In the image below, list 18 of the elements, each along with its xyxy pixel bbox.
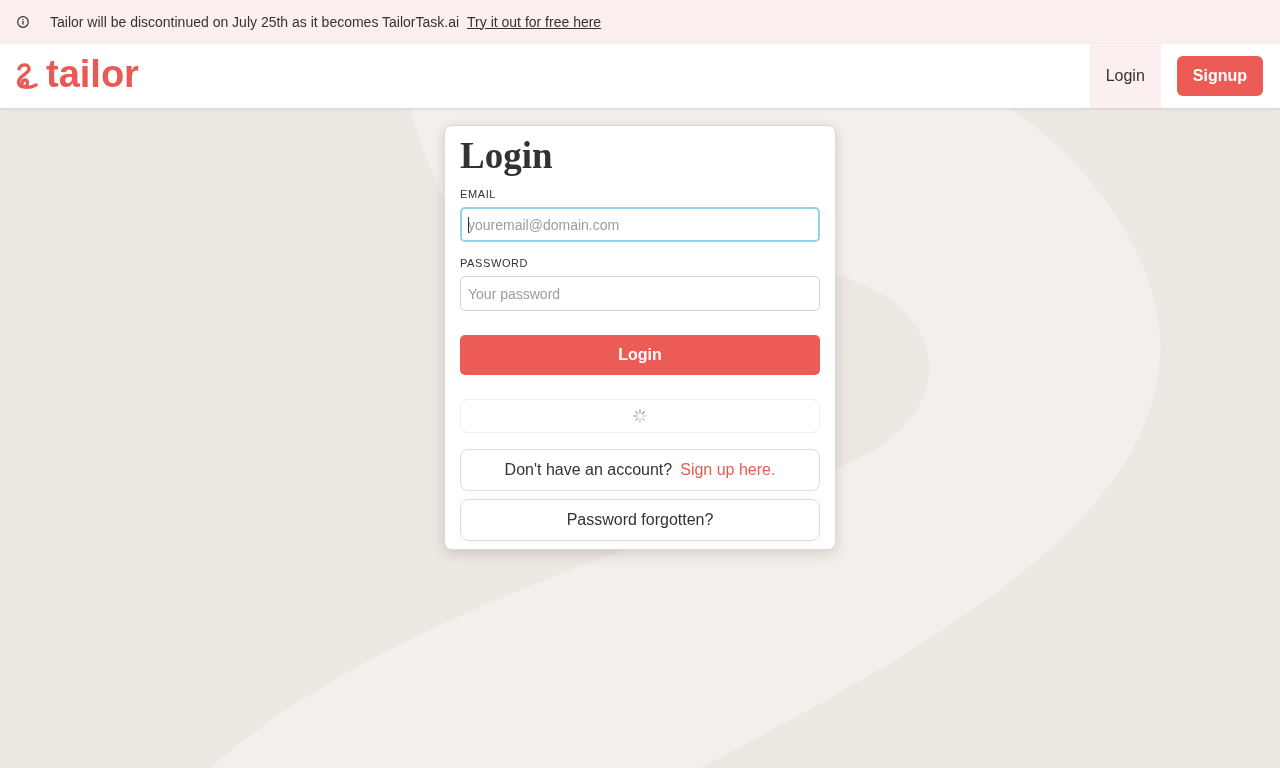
logo-text[interactable]: tailor	[46, 55, 139, 97]
signup-prompt-text: Don't have an account?	[504, 460, 673, 480]
try-free-link[interactable]: Try it out for free here	[467, 11, 602, 33]
signup-button[interactable]: Signup	[1176, 56, 1263, 96]
forgot-password-button[interactable]: Password forgotten?	[460, 499, 820, 541]
loading-spinner-icon	[633, 409, 647, 423]
login-title: Login	[460, 134, 554, 178]
field-label: PASSWORD	[460, 256, 530, 271]
signup-link[interactable]: Sign up here.	[680, 458, 776, 482]
announcement-text: Tailor will be discontinued on July 25th as it becomes TailorTask.ai	[50, 12, 460, 32]
logo-squiggle-icon[interactable]	[15, 61, 39, 91]
login-nav-link[interactable]: Login	[1089, 44, 1161, 108]
password-field[interactable]: Your password	[460, 276, 820, 311]
email-field[interactable]: youremail@domain.com	[460, 207, 820, 242]
info-icon	[17, 16, 29, 28]
text-cursor-icon	[468, 217, 469, 233]
login-button[interactable]: Login	[460, 335, 820, 375]
field-label: EMAIL	[460, 187, 497, 202]
